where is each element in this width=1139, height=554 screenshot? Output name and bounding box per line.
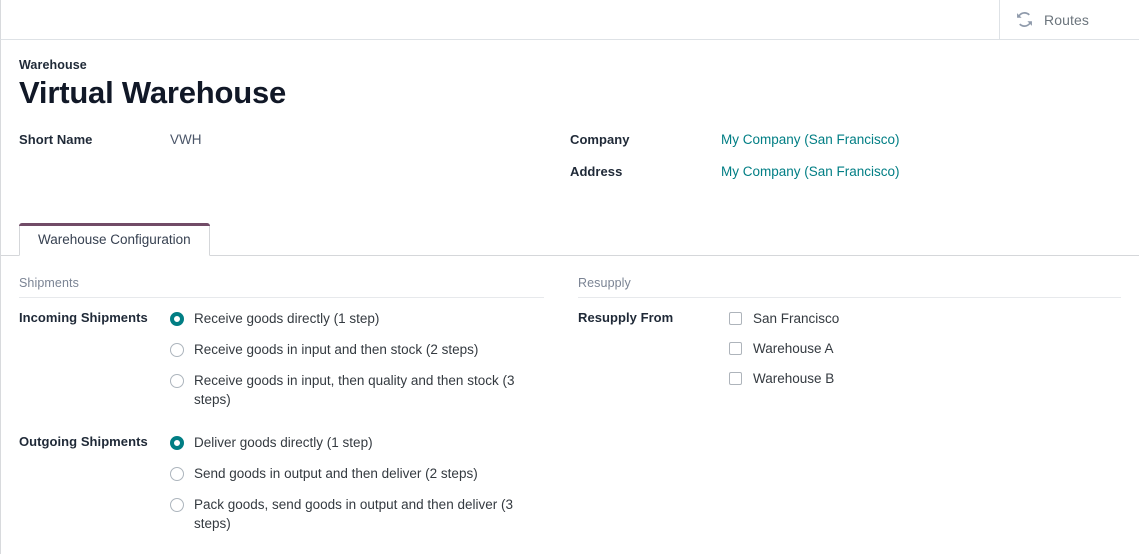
refresh-cycle-icon bbox=[1013, 9, 1035, 31]
checkbox-label: Warehouse A bbox=[753, 341, 834, 356]
radio-label: Receive goods directly (1 step) bbox=[194, 311, 380, 326]
resupply-group-title: Resupply bbox=[578, 276, 1121, 298]
field-address: Address My Company (San Francisco) bbox=[570, 164, 1121, 192]
checkbox-san-francisco[interactable]: San Francisco bbox=[729, 309, 1074, 328]
field-incoming-shipments: Incoming Shipments Receive goods directl… bbox=[19, 309, 544, 409]
checkbox-unchecked-icon bbox=[729, 372, 742, 385]
shipments-group-title: Shipments bbox=[19, 276, 544, 298]
radio-unselected-icon bbox=[170, 498, 184, 512]
radio-label: Receive goods in input, then quality and… bbox=[194, 373, 515, 407]
checkbox-unchecked-icon bbox=[729, 312, 742, 325]
resupply-group: Resupply Resupply From San Francisco War… bbox=[570, 276, 1121, 550]
radio-label: Send goods in output and then deliver (2… bbox=[194, 466, 478, 481]
field-label: Outgoing Shipments bbox=[19, 434, 148, 449]
smart-button-routes[interactable]: Routes bbox=[999, 0, 1139, 39]
control-panel: Routes bbox=[0, 0, 1139, 40]
radio-unselected-icon bbox=[170, 467, 184, 481]
radio-outgoing-3-steps[interactable]: Pack goods, send goods in output and the… bbox=[170, 495, 515, 533]
radio-outgoing-2-steps[interactable]: Send goods in output and then deliver (2… bbox=[170, 464, 515, 483]
shipments-group: Shipments Incoming Shipments Receive goo… bbox=[19, 276, 570, 550]
tab-label: Warehouse Configuration bbox=[38, 232, 191, 247]
radio-incoming-1-step[interactable]: Receive goods directly (1 step) bbox=[170, 309, 515, 328]
radio-label: Pack goods, send goods in output and the… bbox=[194, 497, 513, 531]
field-label: Short Name bbox=[19, 132, 93, 147]
main-field-group: Short Name VWH Company My Company (San F… bbox=[19, 132, 1121, 196]
smart-button-label: Routes bbox=[1044, 11, 1089, 28]
address-link[interactable]: My Company (San Francisco) bbox=[721, 164, 900, 179]
radio-selected-icon bbox=[170, 312, 184, 326]
short-name-input[interactable]: VWH bbox=[170, 132, 202, 147]
checkbox-warehouse-a[interactable]: Warehouse A bbox=[729, 339, 1074, 358]
model-label: Warehouse bbox=[19, 58, 87, 72]
notebook-tab-bar: Warehouse Configuration bbox=[1, 221, 1139, 256]
radio-unselected-icon bbox=[170, 343, 184, 357]
radio-unselected-icon bbox=[170, 374, 184, 388]
field-company: Company My Company (San Francisco) bbox=[570, 132, 1121, 160]
incoming-shipments-radio-group: Receive goods directly (1 step) Receive … bbox=[170, 309, 515, 409]
field-resupply-from: Resupply From San Francisco Warehouse A … bbox=[578, 309, 1121, 399]
radio-incoming-2-steps[interactable]: Receive goods in input and then stock (2… bbox=[170, 340, 515, 359]
radio-outgoing-1-step[interactable]: Deliver goods directly (1 step) bbox=[170, 433, 515, 452]
radio-incoming-3-steps[interactable]: Receive goods in input, then quality and… bbox=[170, 371, 515, 409]
tab-warehouse-configuration[interactable]: Warehouse Configuration bbox=[19, 223, 210, 256]
outgoing-shipments-radio-group: Deliver goods directly (1 step) Send goo… bbox=[170, 433, 515, 533]
field-label: Company bbox=[570, 132, 630, 147]
radio-label: Receive goods in input and then stock (2… bbox=[194, 342, 479, 357]
page-title[interactable]: Virtual Warehouse bbox=[19, 74, 1121, 112]
checkbox-warehouse-b[interactable]: Warehouse B bbox=[729, 369, 1074, 388]
field-outgoing-shipments: Outgoing Shipments Deliver goods directl… bbox=[19, 433, 544, 533]
field-label: Incoming Shipments bbox=[19, 310, 148, 325]
field-short-name: Short Name VWH bbox=[19, 132, 560, 160]
tab-page-warehouse-configuration: Shipments Incoming Shipments Receive goo… bbox=[1, 256, 1139, 550]
field-group-left: Short Name VWH bbox=[19, 132, 570, 196]
company-link[interactable]: My Company (San Francisco) bbox=[721, 132, 900, 147]
field-group-right: Company My Company (San Francisco) Addre… bbox=[570, 132, 1121, 196]
radio-selected-icon bbox=[170, 436, 184, 450]
form-sheet: Warehouse Virtual Warehouse Short Name V… bbox=[0, 40, 1139, 554]
resupply-from-checkbox-group: San Francisco Warehouse A Warehouse B bbox=[729, 309, 1074, 399]
checkbox-unchecked-icon bbox=[729, 342, 742, 355]
radio-label: Deliver goods directly (1 step) bbox=[194, 435, 373, 450]
field-label: Resupply From bbox=[578, 310, 674, 325]
field-label: Address bbox=[570, 164, 623, 179]
record-header: Warehouse Virtual Warehouse Short Name V… bbox=[1, 58, 1139, 196]
checkbox-label: San Francisco bbox=[753, 311, 840, 326]
checkbox-label: Warehouse B bbox=[753, 371, 835, 386]
